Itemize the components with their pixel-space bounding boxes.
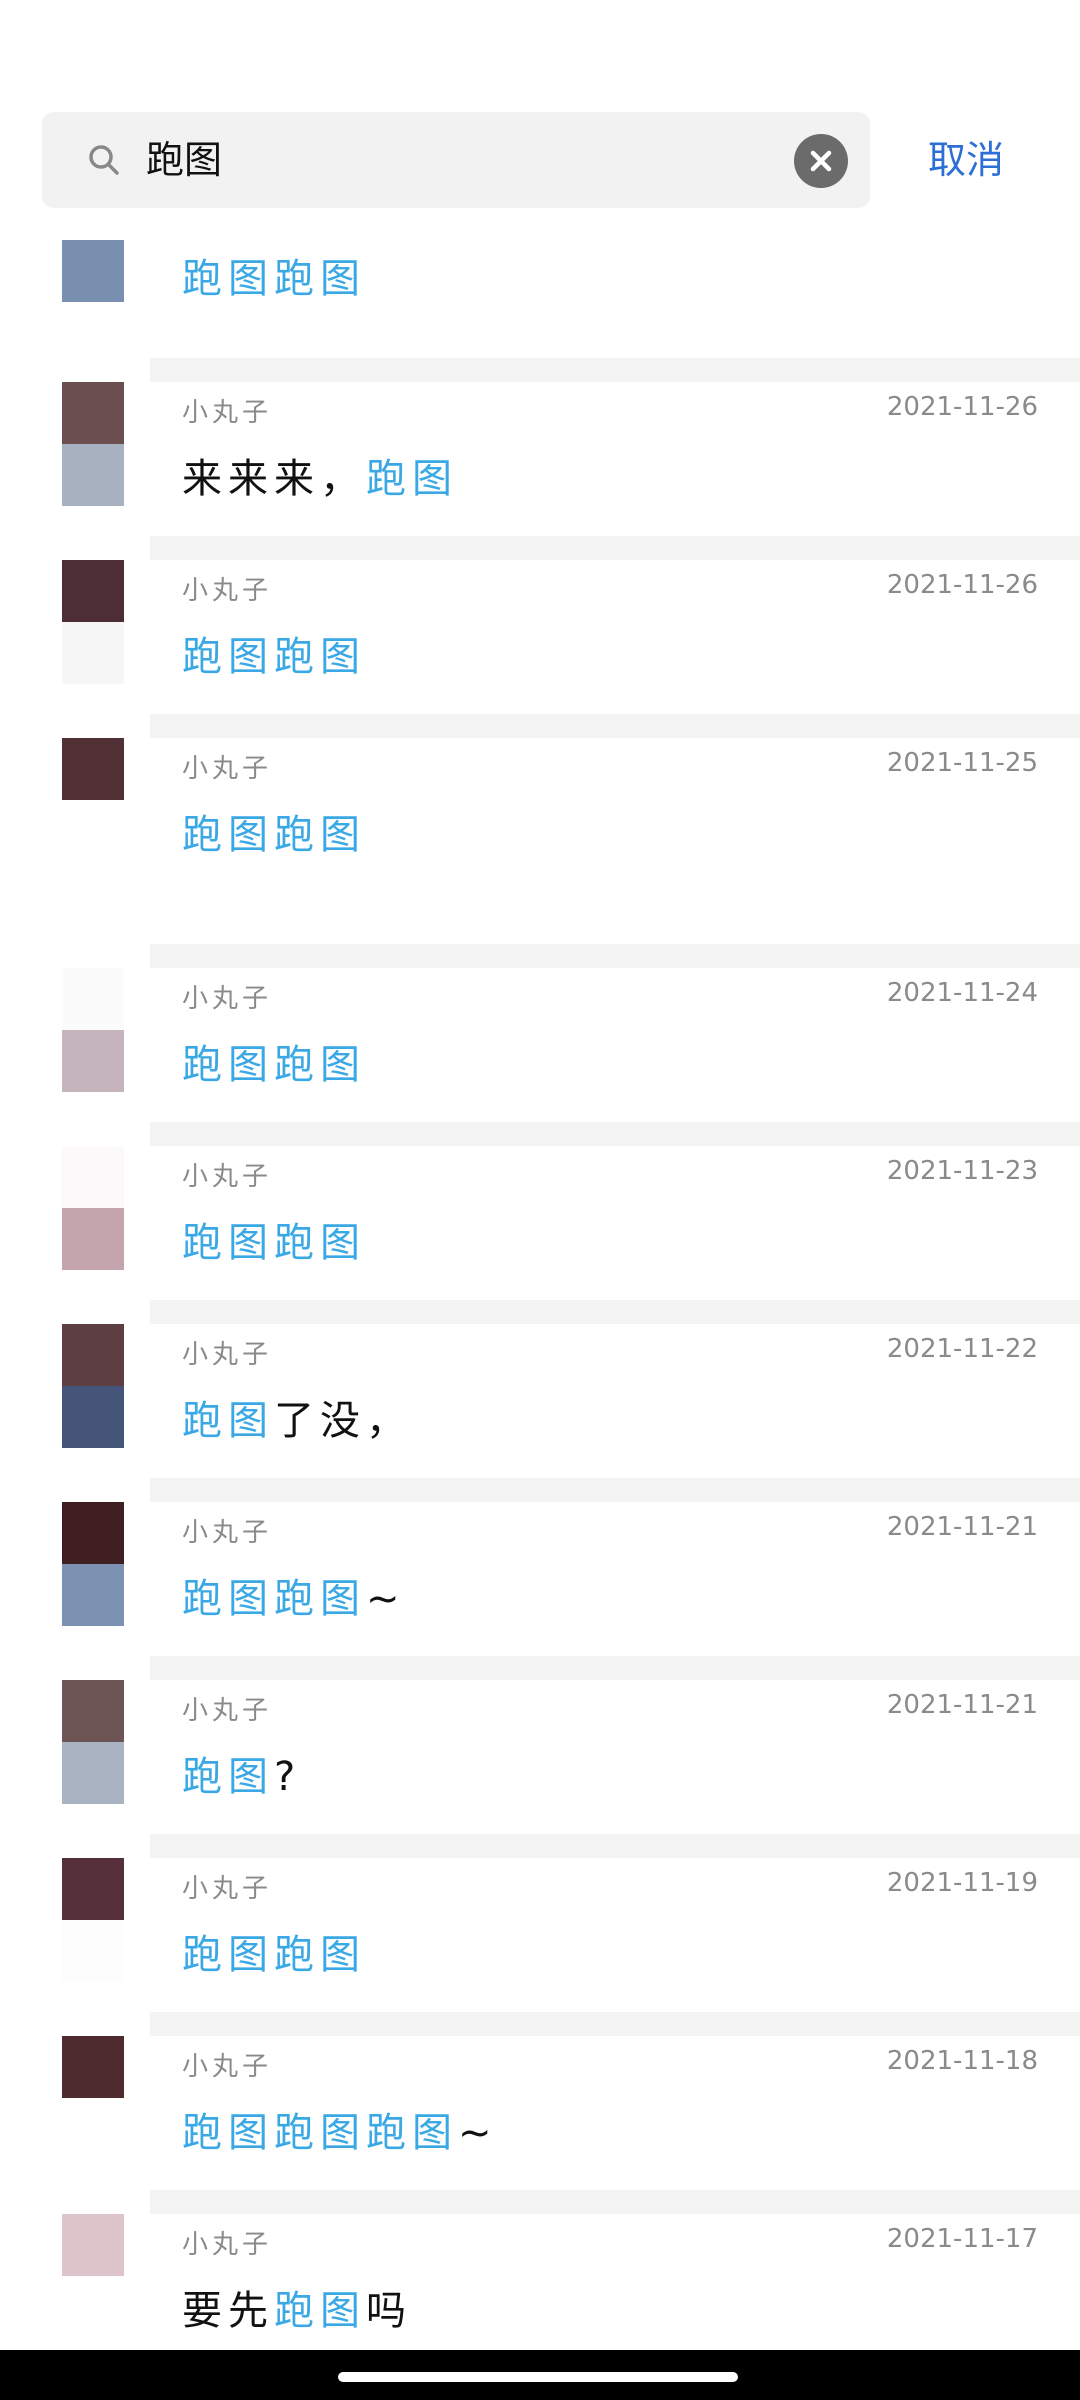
sender-name: 小丸子	[182, 984, 273, 1014]
result-item[interactable]: 小丸子 2021-11-26 跑图跑图	[0, 536, 1080, 714]
message-segment: 要先	[182, 2288, 274, 2334]
avatar[interactable]	[62, 2036, 124, 2160]
result-item[interactable]: 小丸子 2021-11-21 跑图?	[0, 1656, 1080, 1834]
message-text: 跑图了没，	[182, 1388, 412, 1446]
row-separator	[150, 2190, 1080, 2214]
message-date: 2021-11-21	[886, 1690, 1038, 1720]
highlighted-keyword: 跑图跑图跑图	[182, 2110, 458, 2156]
message-segment: 来来来，	[182, 456, 366, 502]
highlighted-keyword: 跑图	[182, 1398, 274, 1444]
message-date: 2021-11-24	[886, 978, 1038, 1008]
message-segment: 了没，	[274, 1398, 412, 1444]
message-date: 2021-11-26	[886, 392, 1038, 422]
highlighted-keyword: 跑图跑图	[182, 634, 366, 680]
avatar[interactable]	[62, 1502, 124, 1626]
avatar[interactable]	[62, 560, 124, 684]
sender-name: 小丸子	[182, 1162, 273, 1192]
row-separator	[150, 1834, 1080, 1858]
search-icon	[86, 142, 122, 178]
clear-search-button[interactable]	[794, 134, 848, 188]
highlighted-keyword: 跑图	[274, 2288, 366, 2334]
avatar[interactable]	[62, 2214, 124, 2338]
sender-name: 小丸子	[182, 2230, 273, 2260]
message-date: 2021-11-22	[886, 1334, 1038, 1364]
cancel-button[interactable]: 取消	[928, 112, 1004, 208]
result-item[interactable]: 小丸子 2021-11-18 跑图跑图跑图~	[0, 2012, 1080, 2190]
avatar[interactable]	[62, 1146, 124, 1270]
sender-name: 小丸子	[182, 576, 273, 606]
sender-name: 小丸子	[182, 754, 273, 784]
message-text: 跑图跑图	[182, 624, 366, 682]
result-item[interactable]: 小丸子 2021-11-25 跑图跑图	[0, 714, 1080, 944]
avatar[interactable]	[62, 382, 124, 506]
sender-name: 小丸子	[182, 1340, 273, 1370]
avatar[interactable]	[62, 1680, 124, 1804]
row-separator	[150, 1122, 1080, 1146]
sender-name: 小丸子	[182, 1518, 273, 1548]
highlighted-keyword: 跑图	[182, 1754, 274, 1800]
message-text: 跑图跑图	[182, 1210, 366, 1268]
result-item[interactable]: 小丸子 2021-11-23 跑图跑图	[0, 1122, 1080, 1300]
highlighted-keyword: 跑图跑图	[182, 256, 366, 302]
highlighted-keyword: 跑图跑图	[182, 1932, 366, 1978]
message-text: 跑图跑图~	[182, 1566, 406, 1624]
message-segment: ~	[458, 2110, 498, 2156]
message-date: 2021-11-21	[886, 1512, 1038, 1542]
row-separator	[150, 1656, 1080, 1680]
message-date: 2021-11-25	[886, 748, 1038, 778]
message-text: 跑图跑图	[182, 246, 366, 304]
message-text: 跑图?	[182, 1744, 301, 1802]
sender-name: 小丸子	[182, 2052, 273, 2082]
result-item[interactable]: 小丸子 2021-11-21 跑图跑图~	[0, 1478, 1080, 1656]
row-separator	[150, 1300, 1080, 1324]
sender-name: 小丸子	[182, 1696, 273, 1726]
result-item[interactable]: 小丸子 2021-11-19 跑图跑图	[0, 1834, 1080, 2012]
message-text: 跑图跑图跑图~	[182, 2100, 498, 2158]
avatar[interactable]	[62, 968, 124, 1092]
message-text: 跑图跑图	[182, 1032, 366, 1090]
highlighted-keyword: 跑图跑图	[182, 1576, 366, 1622]
row-separator	[150, 714, 1080, 738]
message-date: 2021-11-23	[886, 1156, 1038, 1186]
row-separator	[150, 2012, 1080, 2036]
highlighted-keyword: 跑图跑图	[182, 1042, 366, 1088]
row-separator	[150, 944, 1080, 968]
result-item[interactable]: 小丸子 2021-11-26 来来来，跑图	[0, 358, 1080, 536]
result-item[interactable]: 小丸子 2021-11-17 要先跑图吗	[0, 2190, 1080, 2368]
sender-name: 小丸子	[182, 398, 273, 428]
avatar[interactable]	[62, 738, 124, 862]
message-segment: ~	[366, 1576, 406, 1622]
sender-name: 小丸子	[182, 1874, 273, 1904]
message-text: 来来来，跑图	[182, 446, 458, 504]
search-input[interactable]: 跑图	[146, 112, 222, 208]
row-separator	[150, 536, 1080, 560]
row-separator	[150, 358, 1080, 382]
close-circle-icon	[810, 150, 832, 172]
avatar[interactable]	[62, 1858, 124, 1982]
message-date: 2021-11-26	[886, 570, 1038, 600]
message-date: 2021-11-18	[886, 2046, 1038, 2076]
highlighted-keyword: 跑图跑图	[182, 1220, 366, 1266]
home-indicator[interactable]	[338, 2372, 738, 2382]
message-text: 跑图跑图	[182, 1922, 366, 1980]
result-item[interactable]: 小丸子 2021-11-24 跑图跑图	[0, 944, 1080, 1122]
message-text: 要先跑图吗	[182, 2278, 412, 2336]
message-date: 2021-11-19	[886, 1868, 1038, 1898]
avatar[interactable]	[62, 240, 124, 364]
row-separator	[150, 1478, 1080, 1502]
search-bar[interactable]: 跑图	[42, 112, 870, 208]
highlighted-keyword: 跑图	[366, 456, 458, 502]
message-segment: 吗	[366, 2288, 412, 2334]
result-item[interactable]: 小丸子 2021-11-22 跑图了没，	[0, 1300, 1080, 1478]
message-segment: ?	[274, 1754, 302, 1800]
avatar[interactable]	[62, 1324, 124, 1448]
message-text: 跑图跑图	[182, 802, 366, 860]
highlighted-keyword: 跑图跑图	[182, 812, 366, 858]
message-date: 2021-11-17	[886, 2224, 1038, 2254]
result-item[interactable]: 跑图跑图	[0, 210, 1080, 364]
